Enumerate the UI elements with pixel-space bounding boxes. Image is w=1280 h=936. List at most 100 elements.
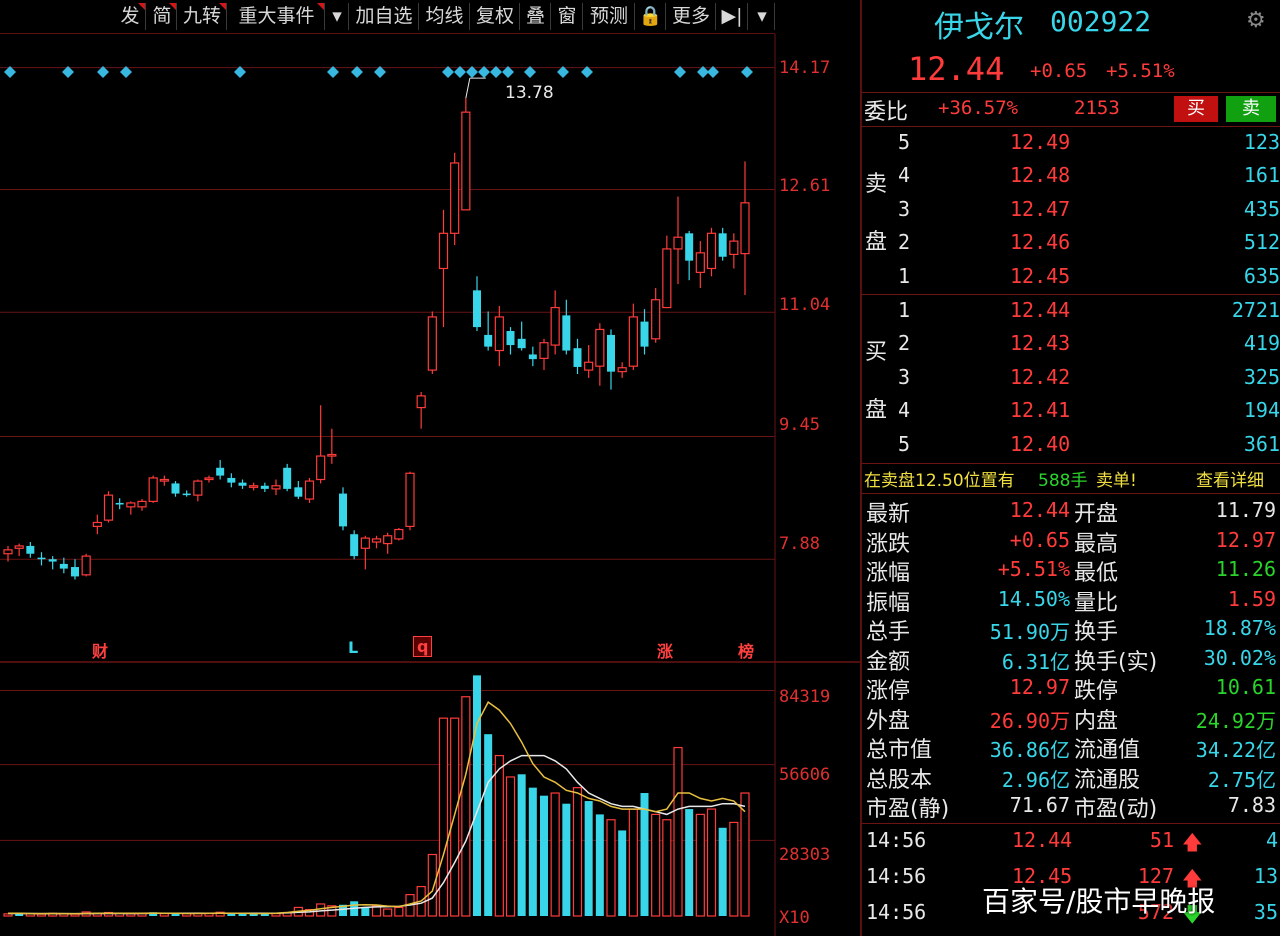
level-index: 2 — [898, 230, 911, 255]
ma-button[interactable]: 均线 — [420, 3, 470, 30]
candle-body — [294, 487, 303, 497]
toolbar-dropdown[interactable]: ▾ — [750, 3, 775, 30]
candle-body — [517, 338, 526, 349]
major-events-button[interactable]: 重大事件 — [229, 3, 325, 30]
sell-level-row[interactable]: 5 12.49 123 — [862, 130, 1280, 160]
candle-body — [573, 348, 582, 367]
stat-value: +0.65 — [1009, 527, 1070, 552]
stat-value: 6.31亿 — [1001, 649, 1070, 674]
weibi-diff: 2153 — [1074, 97, 1120, 119]
candle-body — [115, 502, 124, 505]
stat-value: 30.02% — [1203, 645, 1276, 670]
candle-body — [595, 328, 605, 367]
stat-label: 换手 — [1074, 620, 1119, 645]
candle-body — [416, 395, 426, 409]
stat-value: 71.67 — [1009, 793, 1070, 817]
volume-bar — [729, 821, 739, 917]
toolbar-label: 预测 — [589, 5, 628, 27]
event-marker-rank[interactable]: 榜 — [738, 638, 754, 662]
simplify-button[interactable]: 简 — [148, 3, 177, 30]
fast-forward-icon[interactable]: ▶| — [717, 3, 748, 30]
toolbar-label: 加自选 — [355, 5, 413, 27]
buy-button[interactable]: 买 — [1174, 96, 1218, 122]
stat-value: 18.87% — [1203, 616, 1276, 640]
sell-level-row[interactable]: 1 12.45 635 — [862, 264, 1280, 294]
toolbar-label: 复权 — [475, 5, 514, 27]
candle-body — [405, 472, 415, 527]
candle-body — [193, 480, 203, 496]
weibi-label: 委比 — [864, 100, 909, 125]
quote-panel: 伊戈尔 002922 ⚙ 12.44 +0.65 +5.51% 委比 +36.5… — [860, 0, 1280, 936]
level-volume: 194 — [1243, 398, 1280, 423]
adjust-button[interactable]: 复权 — [471, 3, 520, 30]
event-marker-l[interactable]: L — [348, 638, 358, 657]
buy-level-row[interactable]: 4 12.41 194 — [862, 398, 1280, 428]
level-index: 1 — [898, 298, 911, 322]
kline-chart[interactable] — [0, 34, 860, 936]
candle-body — [71, 567, 79, 577]
watermark: 百家号/股市早晚报 — [982, 885, 1216, 918]
candle-body — [584, 361, 594, 371]
alert-detail-link[interactable]: 查看详细 — [1196, 466, 1264, 491]
overlay-button[interactable]: 叠 — [521, 3, 551, 30]
chart-toolbar: 发简九转 重大事件 ▾ 加自选 均线 复权叠窗预测 🔒 更多 ▶| ▾ — [0, 0, 775, 34]
candle-body — [484, 334, 493, 347]
trade-volume: 51 — [1149, 828, 1174, 852]
lock-icon[interactable]: 🔒 — [636, 3, 666, 30]
sell-level-row[interactable]: 2 12.46 512 — [862, 230, 1280, 260]
trade-time: 14:56 — [866, 900, 927, 924]
candle-body — [37, 557, 46, 560]
major-events-dropdown[interactable]: ▾ — [326, 3, 349, 30]
volume-bar — [640, 793, 649, 916]
buy-level-row[interactable]: 5 12.40 361 — [862, 432, 1280, 462]
volume-bar — [394, 906, 404, 917]
stats-row: 市盈(静) 71.67 市盈(动) 7.83 — [862, 791, 1280, 822]
stat-value: 7.83 — [1227, 793, 1276, 817]
candle-body — [695, 252, 705, 273]
event-marker-limit-up[interactable]: 涨 — [657, 638, 673, 662]
stat-value: 34.22亿 — [1195, 738, 1276, 762]
buy-level-row[interactable]: 1 12.44 2721 — [862, 298, 1280, 328]
forecast-button[interactable]: 预测 — [584, 3, 635, 30]
buy-level-row[interactable]: 3 12.42 325 — [862, 365, 1280, 395]
stat-value: +5.51% — [997, 557, 1070, 581]
stat-value: 11.26 — [1215, 557, 1276, 581]
buy-level-row[interactable]: 2 12.43 419 — [862, 331, 1280, 361]
price-change-pct: +5.51% — [1106, 60, 1175, 82]
event-marker-finance[interactable]: 财 — [92, 638, 108, 662]
candle-body — [450, 162, 460, 234]
candle-body — [562, 315, 571, 351]
toolbar-label: 叠 — [525, 5, 545, 27]
sell-level-row[interactable]: 4 12.48 161 — [862, 163, 1280, 193]
level-price: 12.45 — [1010, 263, 1071, 288]
price-tick: 14.17 — [779, 58, 831, 78]
candle-body — [706, 232, 717, 270]
candle-body — [539, 342, 549, 359]
event-marker-q[interactable]: q — [413, 636, 433, 657]
gear-icon[interactable]: ⚙ — [1246, 8, 1266, 33]
volume-bar — [171, 913, 180, 916]
weibi-pct: +36.57% — [938, 97, 1019, 119]
candle-body — [26, 545, 35, 554]
big-order-alert[interactable]: 在卖盘12.50位置有 588手 卖单! 查看详细 — [862, 466, 1280, 492]
level-volume: 435 — [1243, 196, 1280, 221]
candle-body — [148, 477, 158, 502]
publish-button[interactable]: 发 — [115, 3, 146, 30]
volume-bar — [685, 809, 694, 916]
level-volume: 325 — [1243, 364, 1280, 389]
price-tick: 12.61 — [779, 176, 831, 196]
sell-level-row[interactable]: 3 12.47 435 — [862, 197, 1280, 227]
volume-bar — [36, 913, 47, 917]
candle-body — [506, 331, 515, 346]
sell-button[interactable]: 卖 — [1226, 96, 1276, 122]
candle-body — [304, 480, 315, 500]
candle-body — [249, 485, 259, 488]
window-button[interactable]: 窗 — [552, 3, 583, 30]
nine-turn-button[interactable]: 九转 — [178, 3, 227, 30]
more-button[interactable]: 更多 — [667, 3, 716, 30]
candle-body — [126, 502, 136, 508]
candle-body — [204, 477, 214, 481]
level-index: 5 — [898, 431, 911, 456]
add-watchlist-button[interactable]: 加自选 — [350, 3, 419, 30]
volume-bar — [383, 908, 393, 917]
